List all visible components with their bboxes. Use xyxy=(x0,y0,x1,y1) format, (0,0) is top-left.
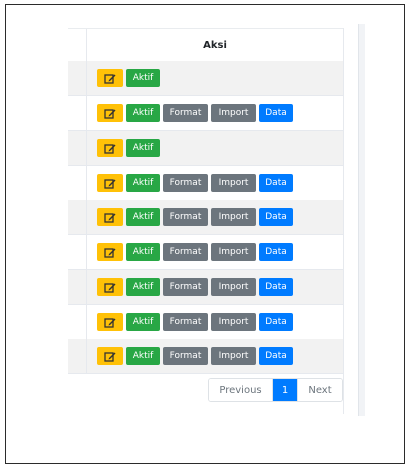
table-row: Aktif Format Import Data xyxy=(68,339,343,374)
column-divider xyxy=(86,305,87,339)
edit-button[interactable] xyxy=(97,347,123,365)
format-button[interactable]: Format xyxy=(163,278,208,296)
column-divider xyxy=(86,61,87,95)
action-buttons: Aktif Format Import Data xyxy=(97,208,293,226)
data-button[interactable]: Data xyxy=(259,278,293,296)
action-buttons: Aktif xyxy=(97,69,160,87)
table-row: Aktif Format Import Data xyxy=(68,270,343,305)
table-card: Aksi Aktif Aktif Format Import Data Aktif Akti… xyxy=(68,28,344,414)
aktif-button[interactable]: Aktif xyxy=(126,139,160,157)
edit-icon xyxy=(104,317,116,328)
table-row: Aktif Format Import Data xyxy=(68,305,343,340)
format-button[interactable]: Format xyxy=(163,208,208,226)
aktif-button[interactable]: Aktif xyxy=(126,208,160,226)
edit-icon xyxy=(104,73,116,84)
pagination-previous[interactable]: Previous xyxy=(209,379,273,401)
action-buttons: Aktif Format Import Data xyxy=(97,104,293,122)
import-button[interactable]: Import xyxy=(211,208,256,226)
column-divider xyxy=(86,96,87,130)
edit-button[interactable] xyxy=(97,104,123,122)
column-divider xyxy=(86,131,87,165)
action-buttons: Aktif Format Import Data xyxy=(97,278,293,296)
import-button[interactable]: Import xyxy=(211,174,256,192)
edit-button[interactable] xyxy=(97,69,123,87)
scroll-edge xyxy=(358,24,365,416)
edit-button[interactable] xyxy=(97,313,123,331)
aktif-button[interactable]: Aktif xyxy=(126,278,160,296)
aktif-button[interactable]: Aktif xyxy=(126,347,160,365)
edit-icon xyxy=(104,282,116,293)
edit-button[interactable] xyxy=(97,139,123,157)
edit-icon xyxy=(104,212,116,223)
column-header-aksi: Aksi xyxy=(203,40,227,51)
table-row: Aktif Format Import Data xyxy=(68,96,343,131)
edit-button[interactable] xyxy=(97,278,123,296)
data-button[interactable]: Data xyxy=(259,208,293,226)
table-header: Aksi xyxy=(68,28,343,64)
pagination-next[interactable]: Next xyxy=(297,379,342,401)
table-row: Aktif Format Import Data xyxy=(68,166,343,201)
column-divider xyxy=(86,235,87,269)
aktif-button[interactable]: Aktif xyxy=(126,243,160,261)
edit-icon xyxy=(104,108,116,119)
action-buttons: Aktif Format Import Data xyxy=(97,313,293,331)
edit-icon xyxy=(104,178,116,189)
aktif-button[interactable]: Aktif xyxy=(126,104,160,122)
import-button[interactable]: Import xyxy=(211,278,256,296)
data-button[interactable]: Data xyxy=(259,243,293,261)
import-button[interactable]: Import xyxy=(211,243,256,261)
table-row: Aktif xyxy=(68,131,343,166)
action-buttons: Aktif Format Import Data xyxy=(97,347,293,365)
column-divider xyxy=(86,339,87,373)
edit-button[interactable] xyxy=(97,174,123,192)
column-divider xyxy=(86,270,87,304)
format-button[interactable]: Format xyxy=(163,104,208,122)
action-buttons: Aktif Format Import Data xyxy=(97,174,293,192)
edit-icon xyxy=(104,143,116,154)
import-button[interactable]: Import xyxy=(211,347,256,365)
edit-icon xyxy=(104,351,116,362)
data-button[interactable]: Data xyxy=(259,313,293,331)
format-button[interactable]: Format xyxy=(163,174,208,192)
edit-icon xyxy=(104,247,116,258)
action-buttons: Aktif Format Import Data xyxy=(97,243,293,261)
pagination-page-1[interactable]: 1 xyxy=(273,379,297,401)
format-button[interactable]: Format xyxy=(163,313,208,331)
aktif-button[interactable]: Aktif xyxy=(126,313,160,331)
action-buttons: Aktif xyxy=(97,139,160,157)
data-button[interactable]: Data xyxy=(259,347,293,365)
aktif-button[interactable]: Aktif xyxy=(126,69,160,87)
aktif-button[interactable]: Aktif xyxy=(126,174,160,192)
table-row: Aktif Format Import Data xyxy=(68,200,343,235)
table-row: Aktif xyxy=(68,61,343,96)
column-divider xyxy=(86,166,87,200)
edit-button[interactable] xyxy=(97,243,123,261)
pagination: Previous 1 Next xyxy=(208,378,343,402)
import-button[interactable]: Import xyxy=(211,104,256,122)
data-button[interactable]: Data xyxy=(259,174,293,192)
edit-button[interactable] xyxy=(97,208,123,226)
data-button[interactable]: Data xyxy=(259,104,293,122)
table-row: Aktif Format Import Data xyxy=(68,235,343,270)
import-button[interactable]: Import xyxy=(211,313,256,331)
format-button[interactable]: Format xyxy=(163,243,208,261)
format-button[interactable]: Format xyxy=(163,347,208,365)
column-divider xyxy=(86,200,87,234)
